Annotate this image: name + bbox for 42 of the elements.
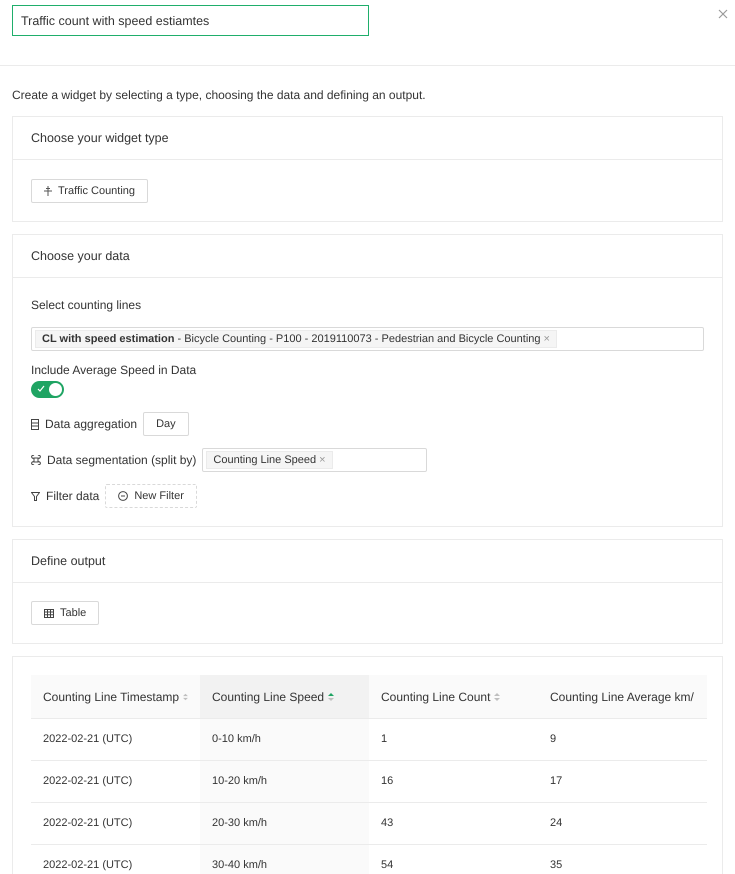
field-label: Select counting lines [31, 297, 142, 314]
section-heading: Define output [31, 552, 106, 570]
plus-icon [44, 186, 52, 196]
field-label: Data aggregation [45, 416, 138, 433]
new-filter-button[interactable]: New Filter [105, 484, 197, 508]
table-cell: 20-30 km/h [200, 803, 369, 845]
grid-icon [44, 608, 54, 618]
table-cell: 54 [369, 845, 538, 874]
title-field[interactable]: Traffic count with speed estiamtes [12, 5, 369, 36]
table-cell: 30-40 km/h [200, 845, 369, 874]
widget-type-button[interactable]: Traffic Counting [31, 179, 148, 203]
section-heading: Choose your widget type [31, 130, 169, 147]
check-icon [37, 385, 45, 393]
field-label: Filter data [46, 488, 100, 505]
aggregation-select[interactable]: Day [143, 412, 189, 436]
table-cell: 24 [538, 803, 707, 845]
table-cell: 16 [369, 761, 538, 803]
intro-text: Create a widget by selecting a type, choosing the data and defining an output. [12, 87, 427, 104]
column-header[interactable]: Counting Line Count [369, 675, 538, 719]
field-label: Data segmentation (split by) [47, 452, 196, 469]
section-heading: Choose your data [31, 248, 130, 265]
command-icon [31, 455, 41, 465]
table-cell: 35 [538, 845, 707, 874]
segmentation-field[interactable]: Counting Line Speed × [202, 448, 428, 472]
filter-icon [31, 492, 40, 500]
column-header[interactable]: Counting Line Speed [200, 675, 369, 719]
table-cell: 10-20 km/h [200, 761, 369, 803]
column-header[interactable]: Counting Line Average km/ [538, 675, 707, 719]
list-icon [31, 418, 39, 430]
speed-toggle[interactable] [31, 381, 64, 398]
table-button[interactable]: Table [31, 601, 100, 625]
close-icon[interactable] [718, 9, 728, 19]
table-cell: 9 [538, 719, 707, 761]
table-cell: 43 [369, 803, 538, 845]
counting-lines-field[interactable]: CL with speed estimation - Bicycle Counting - P100 - 2019110073 - Pedestrian and Bicycle Counting × [31, 327, 704, 351]
table-cell: 17 [538, 761, 707, 803]
column-header[interactable]: Counting Line Timestamp [31, 675, 200, 719]
field-label: Include Average Speed in Data [31, 362, 198, 379]
counting-line-tag[interactable]: CL with speed estimation - Bicycle Counting - P100 - 2019110073 - Pedestrian and Bicycle Counting × [35, 330, 557, 348]
table-cell: 0-10 km/h [200, 719, 369, 761]
segmentation-tag[interactable]: Counting Line Speed × [206, 451, 333, 469]
table-cell: 1 [369, 719, 538, 761]
